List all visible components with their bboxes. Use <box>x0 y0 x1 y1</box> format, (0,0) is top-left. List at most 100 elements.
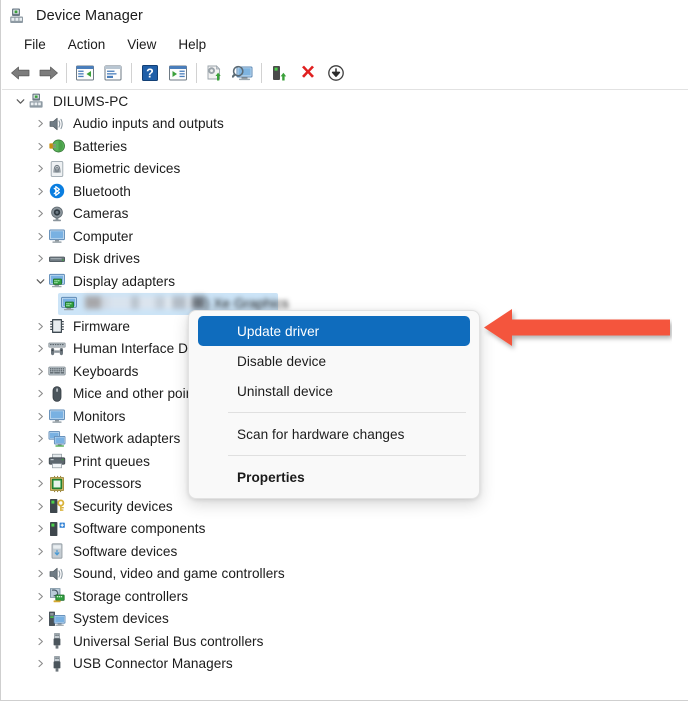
enable-device-icon <box>273 66 287 81</box>
tree-node-label: Biometric devices <box>73 161 181 177</box>
uninstall-device-button[interactable] <box>294 60 322 86</box>
chevron-right-icon[interactable] <box>32 367 48 376</box>
chevron-right-icon[interactable] <box>32 592 48 601</box>
tree-row-sound-video-and-game-controllers[interactable]: Sound, video and game controllers <box>2 563 688 586</box>
show-hide-action-pane-icon <box>169 65 187 81</box>
chevron-right-icon[interactable] <box>32 479 48 488</box>
printer-icon <box>48 452 66 470</box>
tree-row-display-adapters[interactable]: Display adapters <box>2 270 688 293</box>
context-menu-label: Update driver <box>237 323 320 339</box>
chevron-down-icon[interactable] <box>32 277 48 286</box>
tree-node-label: Print queues <box>73 453 150 469</box>
tree-row-universal-serial-bus-controllers[interactable]: Universal Serial Bus controllers <box>2 630 688 653</box>
device-manager-window: Device Manager File Action View Help ? D… <box>0 0 688 701</box>
speaker-icon <box>48 115 66 133</box>
chevron-right-icon[interactable] <box>32 547 48 556</box>
toolbar-separator-2 <box>131 63 132 83</box>
chevron-down-icon[interactable] <box>12 97 28 106</box>
disable-device-button[interactable] <box>322 60 350 86</box>
chevron-right-icon[interactable] <box>32 322 48 331</box>
chevron-right-icon[interactable] <box>32 502 48 511</box>
tree-row-storage-controllers[interactable]: Storage controllers <box>2 585 688 608</box>
context-menu-item-update-driver[interactable]: Update driver <box>198 316 470 346</box>
chevron-right-icon[interactable] <box>32 434 48 443</box>
show-hide-action-pane-button[interactable] <box>164 60 192 86</box>
redacted-device-name <box>85 296 205 310</box>
storage-controller-icon <box>48 587 66 605</box>
network-adapter-icon <box>48 430 66 448</box>
tree-node-label: Network adapters <box>73 431 181 447</box>
menu-view[interactable]: View <box>116 35 167 54</box>
disable-device-icon <box>328 65 344 81</box>
software-device-icon <box>48 542 66 560</box>
tree-node-label: Firmware <box>73 318 131 334</box>
chevron-right-icon[interactable] <box>32 164 48 173</box>
menu-action[interactable]: Action <box>57 35 117 54</box>
toolbar: ? <box>1 57 688 89</box>
tree-node-label: Bluetooth <box>73 183 131 199</box>
tree-row-disk-drives[interactable]: Disk drives <box>2 248 688 271</box>
help-button[interactable]: ? <box>136 60 164 86</box>
device-context-menu[interactable]: Update driver Disable device Uninstall d… <box>188 310 480 499</box>
toolbar-separator-4 <box>261 63 262 83</box>
tree-row-audio-inputs-and-outputs[interactable]: Audio inputs and outputs <box>2 113 688 136</box>
usb-icon <box>48 655 66 673</box>
chevron-right-icon[interactable] <box>32 389 48 398</box>
display-adapter-icon <box>60 295 78 313</box>
tree-row-root[interactable]: DILUMS-PC <box>2 90 688 113</box>
chevron-right-icon[interactable] <box>32 569 48 578</box>
tree-row-computer[interactable]: Computer <box>2 225 688 248</box>
chevron-right-icon[interactable] <box>32 524 48 533</box>
svg-text:?: ? <box>146 66 154 80</box>
properties-icon <box>104 65 122 81</box>
device-manager-icon <box>9 7 27 25</box>
firmware-icon <box>48 317 66 335</box>
toolbar-separator-1 <box>66 63 67 83</box>
tree-row-system-devices[interactable]: System devices <box>2 608 688 631</box>
tree-row-software-devices[interactable]: Software devices <box>2 540 688 563</box>
window-title: Device Manager <box>36 7 143 24</box>
tree-node-label: Sound, video and game controllers <box>73 566 285 582</box>
chevron-right-icon[interactable] <box>32 457 48 466</box>
tree-node-label: Universal Serial Bus controllers <box>73 633 264 649</box>
chevron-right-icon[interactable] <box>32 614 48 623</box>
uninstall-device-icon <box>302 65 314 78</box>
tree-row-software-components[interactable]: Software components <box>2 518 688 541</box>
menu-help[interactable]: Help <box>167 35 217 54</box>
context-menu-item-uninstall-device[interactable]: Uninstall device <box>198 376 470 406</box>
update-driver-button[interactable] <box>201 60 229 86</box>
tree-row-biometric-devices[interactable]: Biometric devices <box>2 158 688 181</box>
back-button[interactable] <box>6 60 34 86</box>
chevron-right-icon[interactable] <box>32 142 48 151</box>
scan-for-hardware-changes-button[interactable] <box>229 60 257 86</box>
toolbar-separator-3 <box>196 63 197 83</box>
monitor-icon <box>48 227 66 245</box>
show-hide-console-tree-button[interactable] <box>71 60 99 86</box>
bluetooth-icon <box>48 182 66 200</box>
chevron-right-icon[interactable] <box>32 659 48 668</box>
forward-button[interactable] <box>34 60 62 86</box>
tree-row-cameras[interactable]: Cameras <box>2 203 688 226</box>
chevron-right-icon[interactable] <box>32 344 48 353</box>
chevron-right-icon[interactable] <box>32 209 48 218</box>
tree-row-bluetooth[interactable]: Bluetooth <box>2 180 688 203</box>
menu-file[interactable]: File <box>13 35 57 54</box>
enable-device-button[interactable] <box>266 60 294 86</box>
tree-row-usb-connector-managers[interactable]: USB Connector Managers <box>2 653 688 676</box>
context-menu-separator-1 <box>228 412 466 413</box>
chevron-right-icon[interactable] <box>32 187 48 196</box>
chevron-right-icon[interactable] <box>32 412 48 421</box>
chevron-right-icon[interactable] <box>32 637 48 646</box>
context-menu-item-scan-for-hardware-changes[interactable]: Scan for hardware changes <box>198 419 470 449</box>
context-menu-item-disable-device[interactable]: Disable device <box>198 346 470 376</box>
tree-node-label: Processors <box>73 476 142 492</box>
tree-row-batteries[interactable]: Batteries <box>2 135 688 158</box>
help-icon: ? <box>142 65 158 81</box>
chevron-right-icon[interactable] <box>32 254 48 263</box>
chevron-right-icon[interactable] <box>32 119 48 128</box>
chevron-right-icon[interactable] <box>32 232 48 241</box>
forward-icon <box>39 66 58 80</box>
properties-button[interactable] <box>99 60 127 86</box>
hid-icon <box>48 340 66 358</box>
context-menu-item-properties[interactable]: Properties <box>198 462 470 492</box>
